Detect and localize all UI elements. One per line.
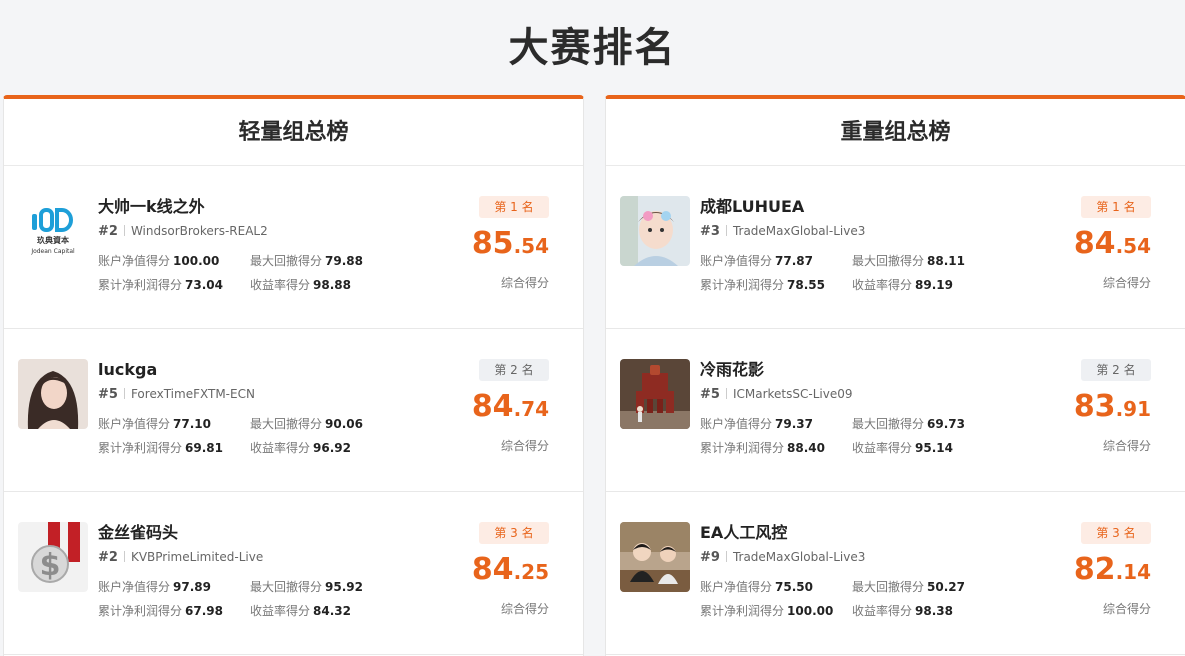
group-rank: #9 — [700, 550, 720, 565]
composite-score-label: 综合得分 — [500, 602, 549, 616]
profit-score: 累计净利润得分 69.81 — [98, 441, 223, 455]
woman-portrait-icon — [18, 359, 88, 429]
drawdown-score: 最大回撤得分 90.06 — [250, 417, 363, 431]
rank-badge: 第 2 名 — [1081, 359, 1151, 381]
group-rank: #3 — [700, 224, 720, 239]
equity-score: 账户净值得分 77.87 — [700, 254, 813, 268]
composite-score-label: 综合得分 — [500, 276, 549, 290]
svg-text:$: $ — [40, 548, 61, 583]
logo-text-en: Jodean Capital — [30, 248, 75, 255]
account-info: #2 WindsorBrokers-REAL2 — [98, 222, 268, 241]
composite-score-label: 综合得分 — [1102, 602, 1151, 616]
leaderboard-row[interactable]: 成都LUHUEA #3 TradeMaxGlobal-Live3 账户净值得分 77… — [606, 166, 1185, 329]
broker-server: ForexTimeFXTM-ECN — [130, 387, 255, 401]
logo-text-cn: 玖典資本 — [37, 235, 69, 245]
avatar[interactable] — [620, 359, 690, 429]
heavyweight-leaderboard-panel: 重量组总榜 成都LUHUEA #3 TradeMaxGlobal-Live3 账户… — [605, 95, 1185, 656]
composite-score: 84.25 — [471, 552, 549, 587]
return-score: 收益率得分 98.88 — [250, 278, 351, 292]
return-score: 收益率得分 96.92 — [250, 441, 351, 455]
profit-score: 累计净利润得分 67.98 — [98, 604, 223, 618]
rank-badge: 第 3 名 — [1081, 522, 1151, 544]
group-rank: #2 — [98, 550, 118, 565]
trader-name[interactable]: 金丝雀码头 — [98, 522, 178, 544]
account-info: #9 TradeMaxGlobal-Live3 — [700, 548, 865, 567]
group-rank: #5 — [98, 387, 118, 402]
composite-score-label: 综合得分 — [1102, 439, 1151, 453]
robot-statue-photo-icon — [620, 359, 690, 429]
trader-name[interactable]: 冷雨花影 — [700, 359, 764, 381]
return-score: 收益率得分 98.38 — [852, 604, 953, 618]
composite-score-label: 综合得分 — [1102, 276, 1151, 290]
drawdown-score: 最大回撤得分 69.73 — [852, 417, 965, 431]
drawdown-score: 最大回撤得分 95.92 — [250, 580, 363, 594]
jodean-capital-logo-icon: 玖典資本 Jodean Capital — [18, 196, 88, 266]
baby-photo-icon — [620, 196, 690, 266]
rank-badge: 第 1 名 — [479, 196, 549, 218]
profit-score: 累计净利润得分 100.00 — [700, 604, 834, 618]
profit-score: 累计净利润得分 78.55 — [700, 278, 825, 292]
composite-score-label: 综合得分 — [500, 439, 549, 453]
leaderboard-row[interactable]: $ 金丝雀码头 #2 KVBPrimeLimited-Live 账户净值得分 97.… — [4, 492, 583, 655]
rank-badge: 第 1 名 — [1081, 196, 1151, 218]
lightweight-leaderboard-panel: 轻量组总榜 玖典資本 Jodean Capital 大帅一k线之外 #2 Wind… — [3, 95, 584, 656]
children-photo-icon — [620, 522, 690, 592]
equity-score: 账户净值得分 100.00 — [98, 254, 220, 268]
group-rank: #5 — [700, 387, 720, 402]
drawdown-score: 最大回撤得分 79.88 — [250, 254, 363, 268]
drawdown-score: 最大回撤得分 88.11 — [852, 254, 965, 268]
composite-score: 83.91 — [1073, 389, 1151, 424]
avatar[interactable]: $ — [18, 522, 88, 592]
broker-server: ICMarketsSC-Live09 — [732, 387, 853, 401]
account-info: #2 KVBPrimeLimited-Live — [98, 548, 263, 567]
equity-score: 账户净值得分 97.89 — [98, 580, 211, 594]
broker-server: WindsorBrokers-REAL2 — [130, 224, 268, 238]
drawdown-score: 最大回撤得分 50.27 — [852, 580, 965, 594]
rank-badge: 第 3 名 — [479, 522, 549, 544]
leaderboard-row[interactable]: EA人工风控 #9 TradeMaxGlobal-Live3 账户净值得分 75.5… — [606, 492, 1185, 655]
dollar-sign-icon: $ — [18, 522, 88, 592]
broker-server: TradeMaxGlobal-Live3 — [732, 550, 866, 564]
trader-name[interactable]: EA人工风控 — [700, 522, 787, 544]
return-score: 收益率得分 95.14 — [852, 441, 953, 455]
equity-score: 账户净值得分 75.50 — [700, 580, 813, 594]
account-info: #3 TradeMaxGlobal-Live3 — [700, 222, 865, 241]
composite-score: 84.54 — [1073, 226, 1151, 261]
trader-name[interactable]: 成都LUHUEA — [700, 196, 804, 218]
composite-score: 82.14 — [1073, 552, 1151, 587]
profit-score: 累计净利润得分 73.04 — [98, 278, 223, 292]
account-info: #5 ICMarketsSC-Live09 — [700, 385, 852, 404]
avatar[interactable]: 玖典資本 Jodean Capital — [18, 196, 88, 266]
avatar[interactable] — [18, 359, 88, 429]
account-info: #5 ForexTimeFXTM-ECN — [98, 385, 255, 404]
page-title: 大赛排名 — [508, 25, 677, 71]
profit-score: 累计净利润得分 88.40 — [700, 441, 825, 455]
equity-score: 账户净值得分 79.37 — [700, 417, 813, 431]
avatar[interactable] — [620, 522, 690, 592]
trader-name[interactable]: 大帅一k线之外 — [98, 196, 205, 218]
leaderboard-row[interactable]: luckga #5 ForexTimeFXTM-ECN 账户净值得分 77.10 最… — [4, 329, 583, 492]
equity-score: 账户净值得分 77.10 — [98, 417, 211, 431]
composite-score: 84.74 — [471, 389, 549, 424]
group-rank: #2 — [98, 224, 118, 239]
broker-server: TradeMaxGlobal-Live3 — [732, 224, 866, 238]
rank-badge: 第 2 名 — [479, 359, 549, 381]
trader-name[interactable]: luckga — [98, 359, 157, 381]
broker-server: KVBPrimeLimited-Live — [130, 550, 264, 564]
avatar[interactable] — [620, 196, 690, 266]
return-score: 收益率得分 89.19 — [852, 278, 953, 292]
composite-score: 85.54 — [471, 226, 549, 261]
panel-title: 轻量组总榜 — [4, 99, 583, 166]
leaderboard-row[interactable]: 冷雨花影 #5 ICMarketsSC-Live09 账户净值得分 79.37 最大… — [606, 329, 1185, 492]
leaderboard-row[interactable]: 玖典資本 Jodean Capital 大帅一k线之外 #2 WindsorBro… — [4, 166, 583, 329]
return-score: 收益率得分 84.32 — [250, 604, 351, 618]
panel-title: 重量组总榜 — [606, 99, 1185, 166]
